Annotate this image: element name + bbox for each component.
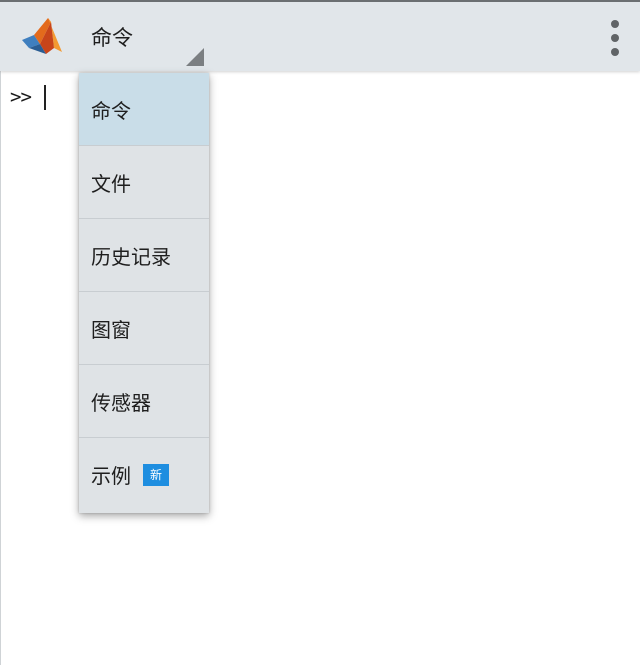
menu-item-label: 图窗 [91, 317, 131, 342]
view-dropdown-menu: 命令 文件 历史记录 图窗 传感器 示例 新 [79, 73, 209, 513]
menu-item-examples[interactable]: 示例 新 [79, 438, 209, 511]
more-vertical-icon[interactable] [600, 16, 630, 60]
current-view-title[interactable]: 命令 [91, 23, 133, 53]
menu-item-command[interactable]: 命令 [79, 73, 209, 146]
menu-item-label: 历史记录 [91, 244, 171, 269]
dropdown-triangle-icon[interactable] [186, 48, 204, 66]
top-toolbar: 命令 [0, 0, 640, 71]
new-badge: 新 [143, 463, 169, 486]
menu-item-label: 文件 [91, 171, 131, 196]
menu-item-history[interactable]: 历史记录 [79, 219, 209, 292]
menu-item-figures[interactable]: 图窗 [79, 292, 209, 365]
matlab-logo-icon[interactable] [18, 14, 66, 60]
menu-item-label: 示例 [91, 464, 131, 488]
menu-item-sensors[interactable]: 传感器 [79, 365, 209, 438]
text-cursor [44, 85, 46, 110]
menu-item-label: 命令 [91, 98, 131, 123]
menu-item-files[interactable]: 文件 [79, 146, 209, 219]
command-prompt: >> [10, 86, 32, 108]
matlab-mobile-app: 命令 >> 命令 文件 历史记录 图窗 传感器 示例 新 [0, 0, 640, 665]
menu-item-label: 传感器 [91, 390, 151, 415]
